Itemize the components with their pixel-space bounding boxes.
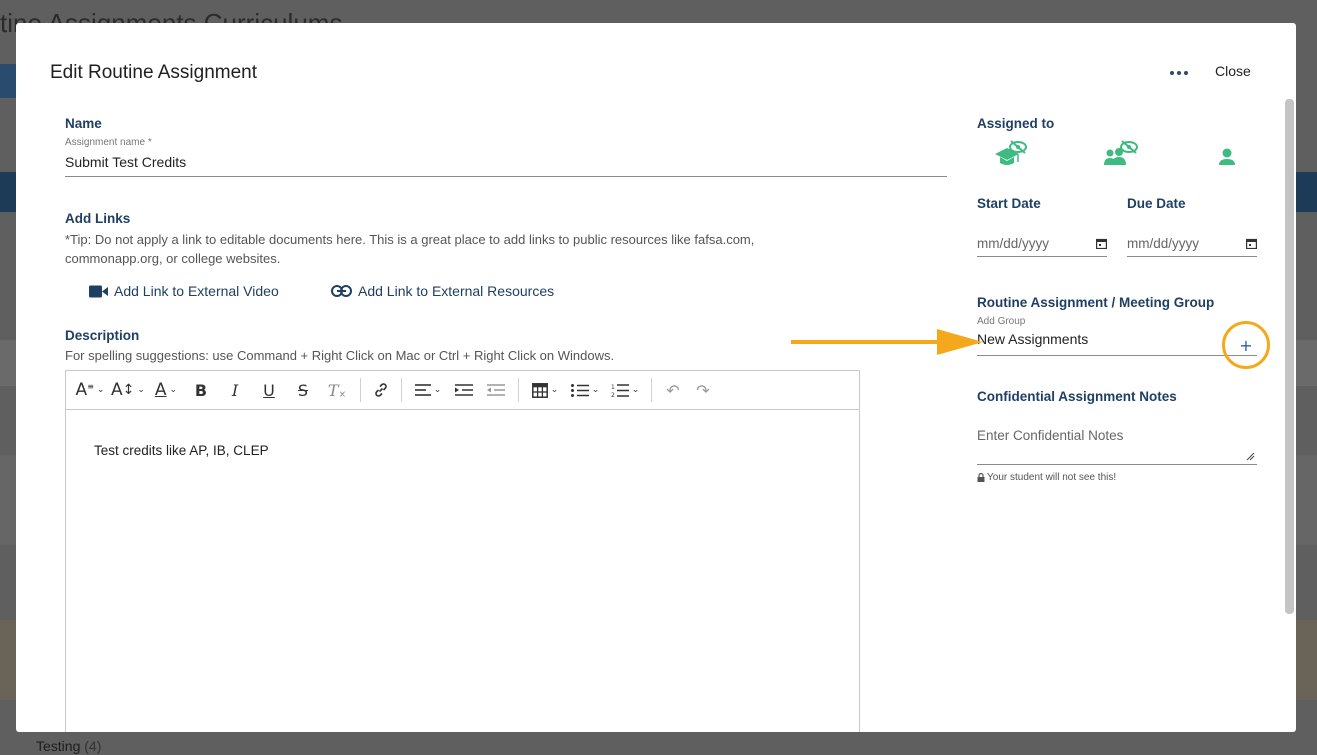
toolbar-divider — [651, 378, 652, 402]
add-links-tip: *Tip: Do not apply a link to editable do… — [65, 230, 905, 268]
start-date-input[interactable]: mm/dd/yyyy — [977, 231, 1107, 257]
insert-link-icon[interactable] — [367, 376, 395, 404]
redo-icon[interactable]: ↷ — [688, 376, 718, 404]
start-date-placeholder: mm/dd/yyyy — [977, 236, 1050, 251]
bold-icon[interactable]: B — [184, 376, 218, 404]
toolbar-divider — [360, 378, 361, 402]
description-help: For spelling suggestions: use Command + … — [65, 348, 615, 363]
due-date-label: Due Date — [1127, 196, 1186, 211]
add-links-tip-line2: commonapp.org, or college websites. — [65, 251, 281, 266]
more-options-icon[interactable] — [1168, 64, 1190, 82]
assignment-name-input[interactable]: Submit Test Credits — [65, 151, 947, 177]
group-label: Routine Assignment / Meeting Group — [977, 295, 1215, 310]
video-camera-icon — [89, 285, 108, 297]
undo-icon[interactable]: ↶ — [658, 376, 688, 404]
numbered-list-icon: 12 — [611, 384, 629, 398]
assign-group-hidden-icon[interactable] — [1104, 140, 1140, 174]
toolbar-divider — [401, 378, 402, 402]
add-external-video-button[interactable]: Add Link to External Video — [89, 283, 279, 299]
align-dropdown[interactable]: ⌄ — [408, 376, 448, 404]
font-style-icon: A — [75, 380, 88, 400]
confidential-notes-textarea[interactable]: Enter Confidential Notes — [977, 423, 1257, 465]
calendar-icon[interactable] — [1246, 238, 1257, 249]
svg-text:1: 1 — [611, 384, 615, 391]
close-button[interactable]: Close — [1215, 63, 1251, 79]
assigned-to-label: Assigned to — [977, 116, 1055, 131]
background-add-button — [0, 64, 16, 98]
due-date-placeholder: mm/dd/yyyy — [1127, 236, 1200, 251]
table-dropdown[interactable]: ⌄ — [525, 376, 565, 404]
bullet-list-dropdown[interactable]: ⌄ — [565, 376, 605, 404]
font-size-dropdown[interactable]: A ↕ ⌄ — [108, 376, 148, 404]
outdent-icon[interactable] — [480, 376, 512, 404]
testing-count: (4) — [84, 738, 102, 754]
start-date-label: Start Date — [977, 196, 1041, 211]
notes-hint-text: Your student will not see this! — [987, 472, 1117, 483]
modal-title: Edit Routine Assignment — [50, 62, 258, 83]
assign-person-icon[interactable] — [1217, 147, 1237, 171]
add-external-resources-button[interactable]: Add Link to External Resources — [331, 283, 554, 299]
calendar-icon[interactable] — [1096, 238, 1107, 249]
description-editor: A ≡ ⌄ A ↕ ⌄ A ⌄ B I U S T × ⌄ ⌄ ⌄ 1 2 ⌄ … — [65, 370, 860, 732]
due-date-input[interactable]: mm/dd/yyyy — [1127, 231, 1257, 257]
table-icon — [531, 382, 548, 398]
strikethrough-icon[interactable]: S — [286, 376, 320, 404]
resize-handle-icon[interactable] — [1246, 452, 1255, 461]
add-links-label: Add Links — [65, 211, 131, 226]
assignment-name-field-label: Assignment name * — [65, 137, 152, 148]
align-left-icon — [414, 383, 431, 396]
edit-assignment-modal: Edit Routine Assignment Close Name Assig… — [16, 23, 1296, 732]
group-input[interactable]: New Assignments — [977, 331, 1257, 356]
italic-icon[interactable]: I — [218, 376, 252, 404]
font-style-dropdown[interactable]: A ≡ ⌄ — [72, 376, 108, 404]
modal-scrollbar[interactable] — [1285, 99, 1294, 614]
svg-text:2: 2 — [611, 392, 615, 398]
clear-format-icon[interactable]: T × — [320, 376, 354, 404]
toolbar-divider — [518, 378, 519, 402]
description-label: Description — [65, 328, 140, 343]
link-icon — [331, 285, 352, 297]
lock-icon — [977, 473, 985, 482]
editor-toolbar: A ≡ ⌄ A ↕ ⌄ A ⌄ B I U S T × ⌄ ⌄ ⌄ 1 2 ⌄ … — [66, 371, 859, 410]
annotation-arrow — [791, 329, 983, 355]
background-testing-group: Testing (4) — [36, 738, 101, 754]
add-group-button[interactable]: + — [1222, 321, 1270, 369]
add-external-video-label: Add Link to External Video — [114, 283, 279, 299]
name-section-label: Name — [65, 116, 102, 131]
underline-icon[interactable]: U — [252, 376, 286, 404]
font-size-icon: A — [111, 380, 123, 400]
description-content[interactable]: Test credits like AP, IB, CLEP — [66, 410, 859, 491]
assign-student-hidden-icon[interactable] — [993, 140, 1029, 174]
indent-icon[interactable] — [448, 376, 480, 404]
numbered-list-dropdown[interactable]: 1 2 ⌄ — [605, 376, 645, 404]
font-color-icon: A — [154, 380, 167, 400]
add-group-field-label: Add Group — [977, 316, 1026, 327]
bullet-list-icon — [570, 383, 589, 397]
font-color-dropdown[interactable]: A ⌄ — [148, 376, 184, 404]
confidential-notes-placeholder: Enter Confidential Notes — [977, 428, 1124, 443]
add-links-tip-line1: *Tip: Do not apply a link to editable do… — [65, 232, 755, 247]
confidential-notes-label: Confidential Assignment Notes — [977, 389, 1177, 404]
clear-format-glyph: T — [327, 380, 339, 400]
testing-label: Testing — [36, 738, 81, 754]
add-external-resources-label: Add Link to External Resources — [358, 283, 555, 299]
notes-hint: Your student will not see this! — [977, 472, 1116, 483]
